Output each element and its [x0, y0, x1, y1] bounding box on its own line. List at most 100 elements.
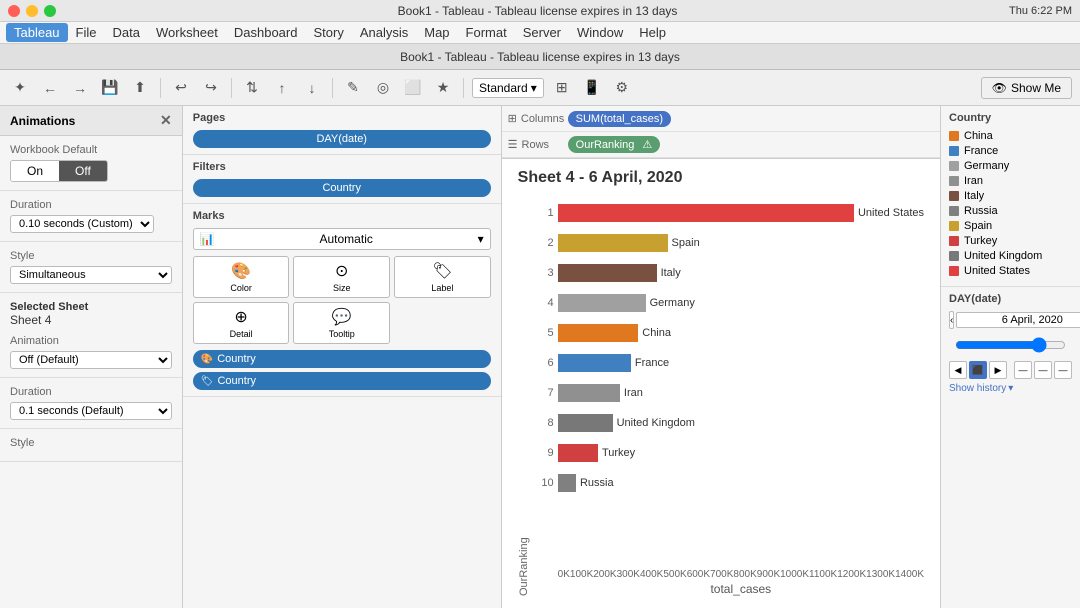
bar-wrapper[interactable]: United States: [558, 203, 924, 223]
rows-pill[interactable]: OurRanking: [568, 136, 661, 153]
toolbar-publish[interactable]: ⬆: [128, 76, 152, 100]
bar-wrapper[interactable]: Russia: [558, 473, 924, 493]
marks-type-dropdown[interactable]: 📊 Automatic ▾: [193, 228, 491, 250]
bar-wrapper[interactable]: Germany: [558, 293, 924, 313]
tooltip-button[interactable]: 💬 Tooltip: [293, 302, 390, 344]
menu-data[interactable]: Data: [105, 23, 148, 42]
speed-medium-button[interactable]: —: [1034, 361, 1052, 379]
toolbar-sort-desc[interactable]: ↓: [300, 76, 324, 100]
toolbar-star[interactable]: ★: [431, 76, 455, 100]
toolbar-redo[interactable]: ↪: [199, 76, 223, 100]
pages-pill[interactable]: DAY(date): [193, 130, 491, 148]
menu-window[interactable]: Window: [569, 23, 631, 42]
country-color-label: Country: [217, 353, 256, 365]
toolbar-swap[interactable]: ⇅: [240, 76, 264, 100]
size-button[interactable]: ⊙ Size: [293, 256, 390, 298]
country-pill-tooltip[interactable]: 🏷 Country: [193, 372, 491, 390]
speed-fast-button[interactable]: —: [1054, 361, 1072, 379]
filters-pill[interactable]: Country: [193, 179, 491, 197]
detail-button[interactable]: ⊕ Detail: [193, 302, 290, 344]
toolbar-tooltip[interactable]: ◎: [371, 76, 395, 100]
on-button[interactable]: On: [11, 161, 59, 181]
off-button[interactable]: Off: [59, 161, 107, 181]
toolbar-highlight[interactable]: ✎: [341, 76, 365, 100]
country-pill-color[interactable]: 🎨 Country: [193, 350, 491, 368]
style-select[interactable]: Simultaneous: [10, 266, 172, 284]
bar-wrapper[interactable]: Turkey: [558, 443, 924, 463]
bar-wrapper[interactable]: Iran: [558, 383, 924, 403]
marks-type-icon: 📊: [200, 232, 215, 246]
menu-map[interactable]: Map: [416, 23, 457, 42]
play-forward-button[interactable]: ▶: [989, 361, 1007, 379]
country-tooltip-icon: 🏷: [201, 376, 214, 387]
bar-wrapper[interactable]: China: [558, 323, 924, 343]
menu-analysis[interactable]: Analysis: [352, 23, 416, 42]
view-type-dropdown[interactable]: Standard ▾: [472, 78, 544, 98]
menu-story[interactable]: Story: [305, 23, 351, 42]
bar-wrapper[interactable]: Spain: [558, 233, 924, 253]
x-axis-tick: 1100K: [809, 569, 837, 580]
legend-item[interactable]: United Kingdom: [949, 250, 1072, 262]
color-button[interactable]: 🎨 Color: [193, 256, 290, 298]
menu-dashboard[interactable]: Dashboard: [226, 23, 306, 42]
toolbar-share[interactable]: ⚙: [610, 76, 634, 100]
animations-close-button[interactable]: ✕: [160, 112, 172, 129]
show-history-label: Show history: [949, 383, 1006, 394]
day-prev-button[interactable]: ‹: [949, 311, 954, 329]
bar-fill: [558, 414, 613, 432]
mac-maximize-button[interactable]: [44, 5, 56, 17]
main-layout: Animations ✕ Workbook Default On Off Dur…: [0, 106, 1080, 608]
toolbar-undo[interactable]: ↩: [169, 76, 193, 100]
menu-server[interactable]: Server: [515, 23, 569, 42]
toolbar-forward[interactable]: →: [68, 76, 92, 100]
show-me-button[interactable]: 👁 Show Me: [981, 77, 1072, 99]
mac-close-button[interactable]: [8, 5, 20, 17]
detail-label: Detail: [230, 329, 253, 339]
legend-item[interactable]: Russia: [949, 205, 1072, 217]
columns-pill[interactable]: SUM(total_cases): [568, 111, 671, 127]
legend-item[interactable]: Germany: [949, 160, 1072, 172]
toolbar-device[interactable]: 📱: [580, 76, 604, 100]
duration-select[interactable]: 0.10 seconds (Custom): [10, 215, 154, 233]
pages-label: Pages: [193, 112, 491, 124]
menu-file[interactable]: File: [68, 23, 105, 42]
toolbar-fit[interactable]: ⊞: [550, 76, 574, 100]
toolbar-new-sheet[interactable]: ✦: [8, 76, 32, 100]
chart-title: Sheet 4 - 6 April, 2020: [518, 169, 924, 187]
toolbar-save[interactable]: 💾: [98, 76, 122, 100]
legend-item[interactable]: France: [949, 145, 1072, 157]
toolbar: ✦ ← → 💾 ⬆ ↩ ↪ ⇅ ↑ ↓ ✎ ◎ ⬜ ★ Standard ▾ ⊞…: [0, 70, 1080, 106]
mac-minimize-button[interactable]: [26, 5, 38, 17]
menu-tableau[interactable]: Tableau: [6, 23, 68, 42]
play-back-button[interactable]: ◀: [949, 361, 967, 379]
menu-help[interactable]: Help: [631, 23, 674, 42]
animation-select[interactable]: Off (Default): [10, 351, 172, 369]
legend-item[interactable]: Turkey: [949, 235, 1072, 247]
toolbar-back[interactable]: ←: [38, 76, 62, 100]
toolbar-fix[interactable]: ⬜: [401, 76, 425, 100]
play-stop-button[interactable]: ⬛: [969, 361, 987, 379]
legend-item[interactable]: United States: [949, 265, 1072, 277]
bar-wrapper[interactable]: Italy: [558, 263, 924, 283]
duration-select-2[interactable]: 0.1 seconds (Default): [10, 402, 172, 420]
x-axis-tick: 700K: [710, 569, 733, 580]
bar-wrapper[interactable]: United Kingdom: [558, 413, 924, 433]
bar-wrapper[interactable]: France: [558, 353, 924, 373]
menu-worksheet[interactable]: Worksheet: [148, 23, 226, 42]
bar-row: 9Turkey: [534, 439, 924, 467]
menu-format[interactable]: Format: [458, 23, 515, 42]
show-history-button[interactable]: Show history ▾: [949, 383, 1072, 394]
label-button[interactable]: 🏷 Label: [394, 256, 491, 298]
day-value-input[interactable]: [956, 312, 1080, 328]
x-axis-tick: 800K: [733, 569, 756, 580]
chart-body: OurRanking 1United States2Spain3Italy4Ge…: [518, 199, 924, 596]
legend-item[interactable]: Spain: [949, 220, 1072, 232]
size-label: Size: [333, 283, 351, 293]
legend-item[interactable]: China: [949, 130, 1072, 142]
rank-label: 8: [534, 417, 558, 429]
legend-item[interactable]: Iran: [949, 175, 1072, 187]
day-slider[interactable]: [955, 337, 1066, 353]
legend-item[interactable]: Italy: [949, 190, 1072, 202]
speed-slow-button[interactable]: —: [1014, 361, 1032, 379]
toolbar-sort-asc[interactable]: ↑: [270, 76, 294, 100]
